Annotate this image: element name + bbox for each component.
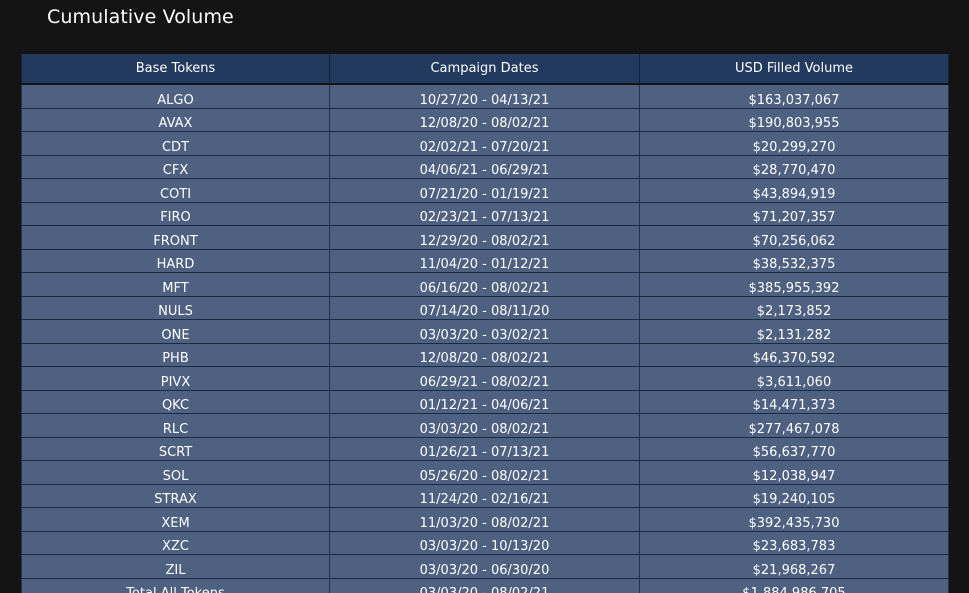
total-volume-cell: $1,884,986,705 (639, 578, 949, 593)
usd-volume-cell: $392,435,730 (639, 507, 949, 532)
table-row: STRAX 11/24/20 - 02/16/21 $19,240,105 (21, 484, 949, 508)
usd-volume-cell: $2,131,282 (639, 319, 949, 344)
table-row-total: Total All Tokens 03/03/20 - 08/02/21 $1,… (21, 578, 949, 593)
usd-volume-cell: $71,207,357 (639, 202, 949, 226)
usd-volume-cell: $23,683,783 (639, 531, 949, 555)
token-cell: ONE (21, 319, 330, 344)
token-cell: XZC (21, 531, 330, 555)
table-row: PIVX 06/29/21 - 08/02/21 $3,611,060 (21, 366, 949, 391)
table-row: NULS 07/14/20 - 08/11/20 $2,173,852 (21, 296, 949, 320)
usd-volume-cell: $163,037,067 (639, 85, 949, 109)
usd-volume-cell: $46,370,592 (639, 343, 949, 367)
column-header-base-tokens: Base Tokens (21, 54, 330, 83)
table-row: COTI 07/21/20 - 01/19/21 $43,894,919 (21, 178, 949, 203)
table-row: FIRO 02/23/21 - 07/13/21 $71,207,357 (21, 202, 949, 226)
token-cell: ZIL (21, 554, 330, 579)
usd-volume-cell: $2,173,852 (639, 296, 949, 320)
campaign-dates-cell: 03/03/20 - 10/13/20 (329, 531, 640, 555)
token-cell: QKC (21, 390, 330, 414)
total-token-cell: Total All Tokens (21, 578, 330, 593)
campaign-dates-cell: 04/06/21 - 06/29/21 (329, 155, 640, 179)
usd-volume-cell: $3,611,060 (639, 366, 949, 391)
token-cell: RLC (21, 413, 330, 438)
campaign-dates-cell: 12/08/20 - 08/02/21 (329, 108, 640, 132)
table-row: ZIL 03/03/20 - 06/30/20 $21,968,267 (21, 554, 949, 579)
cumulative-volume-table: Base Tokens Campaign Dates USD Filled Vo… (21, 54, 949, 593)
table-row: ONE 03/03/20 - 03/02/21 $2,131,282 (21, 319, 949, 344)
token-cell: MFT (21, 272, 330, 297)
token-cell: SCRT (21, 437, 330, 461)
table-row: ALGO 10/27/20 - 04/13/21 $163,037,067 (21, 85, 949, 109)
campaign-dates-cell: 05/26/20 - 08/02/21 (329, 460, 640, 485)
table-row: RLC 03/03/20 - 08/02/21 $277,467,078 (21, 413, 949, 438)
usd-volume-cell: $14,471,373 (639, 390, 949, 414)
table-row: AVAX 12/08/20 - 08/02/21 $190,803,955 (21, 108, 949, 132)
usd-volume-cell: $190,803,955 (639, 108, 949, 132)
usd-volume-cell: $19,240,105 (639, 484, 949, 508)
table-row: CFX 04/06/21 - 06/29/21 $28,770,470 (21, 155, 949, 179)
table-header-row: Base Tokens Campaign Dates USD Filled Vo… (21, 54, 949, 83)
table-row: XEM 11/03/20 - 08/02/21 $392,435,730 (21, 507, 949, 532)
column-header-campaign-dates: Campaign Dates (329, 54, 640, 83)
token-cell: COTI (21, 178, 330, 203)
usd-volume-cell: $21,968,267 (639, 554, 949, 579)
campaign-dates-cell: 06/29/21 - 08/02/21 (329, 366, 640, 391)
campaign-dates-cell: 07/14/20 - 08/11/20 (329, 296, 640, 320)
token-cell: NULS (21, 296, 330, 320)
table-header: Base Tokens Campaign Dates USD Filled Vo… (21, 54, 949, 85)
token-cell: FIRO (21, 202, 330, 226)
table-row: XZC 03/03/20 - 10/13/20 $23,683,783 (21, 531, 949, 555)
campaign-dates-cell: 06/16/20 - 08/02/21 (329, 272, 640, 297)
token-cell: ALGO (21, 85, 330, 109)
cumulative-volume-table-container: Base Tokens Campaign Dates USD Filled Vo… (21, 54, 949, 593)
page: Cumulative Volume Base Tokens Campaign D… (0, 0, 969, 593)
usd-volume-cell: $12,038,947 (639, 460, 949, 485)
token-cell: SOL (21, 460, 330, 485)
table-row: PHB 12/08/20 - 08/02/21 $46,370,592 (21, 343, 949, 367)
token-cell: PIVX (21, 366, 330, 391)
table-row: CDT 02/02/21 - 07/20/21 $20,299,270 (21, 131, 949, 156)
usd-volume-cell: $43,894,919 (639, 178, 949, 203)
usd-volume-cell: $277,467,078 (639, 413, 949, 438)
campaign-dates-cell: 02/23/21 - 07/13/21 (329, 202, 640, 226)
campaign-dates-cell: 11/04/20 - 01/12/21 (329, 249, 640, 273)
token-cell: FRONT (21, 225, 330, 250)
campaign-dates-cell: 12/29/20 - 08/02/21 (329, 225, 640, 250)
usd-volume-cell: $56,637,770 (639, 437, 949, 461)
campaign-dates-cell: 11/03/20 - 08/02/21 (329, 507, 640, 532)
table-row: HARD 11/04/20 - 01/12/21 $38,532,375 (21, 249, 949, 273)
token-cell: AVAX (21, 108, 330, 132)
campaign-dates-cell: 03/03/20 - 03/02/21 (329, 319, 640, 344)
token-cell: STRAX (21, 484, 330, 508)
token-cell: CFX (21, 155, 330, 179)
campaign-dates-cell: 02/02/21 - 07/20/21 (329, 131, 640, 156)
table-row: SCRT 01/26/21 - 07/13/21 $56,637,770 (21, 437, 949, 461)
campaign-dates-cell: 03/03/20 - 08/02/21 (329, 413, 640, 438)
campaign-dates-cell: 01/12/21 - 04/06/21 (329, 390, 640, 414)
column-header-usd-filled-volume: USD Filled Volume (639, 54, 949, 83)
page-title: Cumulative Volume (47, 6, 234, 28)
usd-volume-cell: $20,299,270 (639, 131, 949, 156)
usd-volume-cell: $70,256,062 (639, 225, 949, 250)
table-row: MFT 06/16/20 - 08/02/21 $385,955,392 (21, 272, 949, 297)
campaign-dates-cell: 03/03/20 - 06/30/20 (329, 554, 640, 579)
table-body: ALGO 10/27/20 - 04/13/21 $163,037,067 AVAX 1… (21, 85, 949, 593)
campaign-dates-cell: 11/24/20 - 02/16/21 (329, 484, 640, 508)
token-cell: PHB (21, 343, 330, 367)
usd-volume-cell: $28,770,470 (639, 155, 949, 179)
token-cell: CDT (21, 131, 330, 156)
total-dates-cell: 03/03/20 - 08/02/21 (329, 578, 640, 593)
campaign-dates-cell: 01/26/21 - 07/13/21 (329, 437, 640, 461)
campaign-dates-cell: 07/21/20 - 01/19/21 (329, 178, 640, 203)
usd-volume-cell: $38,532,375 (639, 249, 949, 273)
table-row: SOL 05/26/20 - 08/02/21 $12,038,947 (21, 460, 949, 485)
campaign-dates-cell: 12/08/20 - 08/02/21 (329, 343, 640, 367)
campaign-dates-cell: 10/27/20 - 04/13/21 (329, 85, 640, 109)
token-cell: HARD (21, 249, 330, 273)
table-row: FRONT 12/29/20 - 08/02/21 $70,256,062 (21, 225, 949, 250)
table-row: QKC 01/12/21 - 04/06/21 $14,471,373 (21, 390, 949, 414)
token-cell: XEM (21, 507, 330, 532)
usd-volume-cell: $385,955,392 (639, 272, 949, 297)
